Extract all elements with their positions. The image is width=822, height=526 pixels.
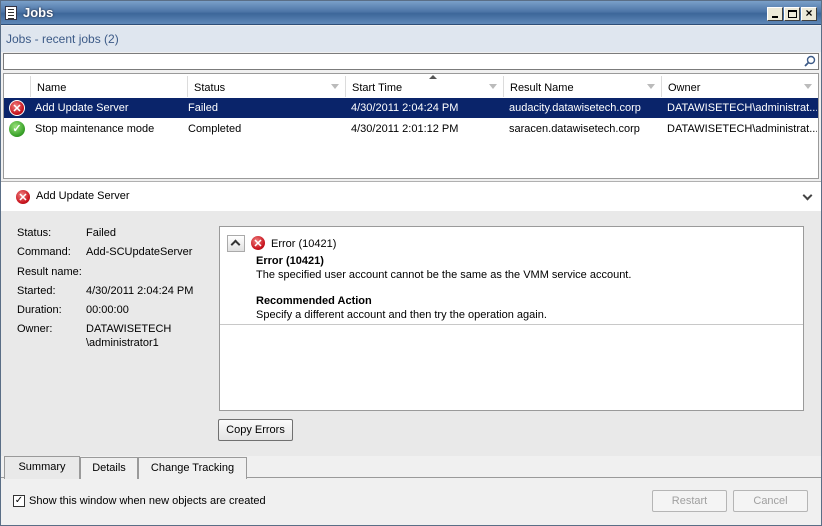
error-code-label: Error (10421) (271, 238, 337, 250)
jobs-window-icon (5, 6, 17, 20)
column-header-status[interactable]: Status (188, 76, 346, 97)
close-icon: × (805, 6, 813, 20)
column-header-name[interactable]: Name (31, 76, 188, 97)
tab-strip: Summary Details Change Tracking (1, 456, 821, 479)
page-title: Jobs - recent jobs (2) (1, 26, 821, 52)
job-name: Stop maintenance mode (35, 123, 155, 135)
column-header-label: Name (37, 82, 67, 94)
recommended-action-title: Recommended Action (256, 295, 372, 307)
show-window-checkbox[interactable]: ✓ (13, 495, 25, 507)
column-header-label: Start Time (352, 82, 403, 94)
search-input[interactable] (3, 53, 819, 70)
started-label: Started: (17, 285, 56, 297)
table-row[interactable]: ✓ Stop maintenance mode Completed 4/30/2… (4, 119, 818, 139)
chevron-down-icon[interactable] (802, 190, 813, 201)
tab-details[interactable]: Details (80, 457, 138, 479)
details-header[interactable]: ✕ Add Update Server (1, 181, 821, 211)
jobs-table: Name Status Start Time Result Name Owner… (3, 73, 819, 179)
jobs-window: Jobs × Jobs - recent jobs (2) Name Statu… (0, 0, 822, 526)
details-title: Add Update Server (36, 190, 130, 202)
error-message: The specified user account cannot be the… (256, 269, 632, 281)
minimize-icon (772, 16, 778, 18)
job-status: Failed (188, 102, 218, 114)
owner-value-line1: DATAWISETECH (86, 323, 172, 335)
duration-value: 00:00:00 (86, 304, 129, 316)
command-value: Add-SCUpdateServer (86, 246, 193, 258)
filter-dropdown-icon[interactable] (804, 84, 812, 89)
tab-change-tracking[interactable]: Change Tracking (138, 457, 247, 479)
job-name: Add Update Server (35, 102, 129, 114)
started-value: 4/30/2011 2:04:24 PM (86, 285, 194, 297)
error-title: Error (10421) (256, 255, 324, 267)
copy-errors-button[interactable]: Copy Errors (218, 419, 293, 441)
job-start-time: 4/30/2011 2:04:24 PM (351, 102, 459, 114)
table-row[interactable]: ✕ Add Update Server Failed 4/30/2011 2:0… (4, 98, 818, 118)
job-result-name: audacity.datawisetech.corp (509, 102, 641, 114)
column-header-label: Status (194, 82, 226, 94)
job-result-name: saracen.datawisetech.corp (509, 123, 640, 135)
column-header-icon[interactable] (4, 76, 31, 97)
column-header-owner[interactable]: Owner (662, 76, 818, 97)
recommended-action-message: Specify a different account and then try… (256, 309, 547, 321)
table-header: Name Status Start Time Result Name Owner (4, 75, 818, 97)
column-header-label: Result Name (510, 82, 574, 94)
job-start-time: 4/30/2011 2:01:12 PM (351, 123, 459, 135)
sort-ascending-icon (429, 75, 437, 79)
job-status: Completed (188, 123, 242, 135)
result-name-label: Result name: (17, 266, 82, 278)
chevron-up-icon (230, 239, 241, 250)
maximize-button[interactable] (784, 7, 800, 21)
column-header-start-time[interactable]: Start Time (346, 75, 504, 97)
filter-dropdown-icon[interactable] (331, 84, 339, 89)
status-label: Status: (17, 227, 52, 239)
search-icon[interactable] (804, 55, 816, 67)
filter-dropdown-icon[interactable] (647, 84, 655, 89)
restart-button[interactable]: Restart (652, 490, 727, 512)
job-owner: DATAWISETECH\administrat... (667, 102, 817, 114)
command-label: Command: (17, 246, 71, 258)
minimize-button[interactable] (767, 7, 783, 21)
cancel-button[interactable]: Cancel (733, 490, 808, 512)
title-bar[interactable]: Jobs × (1, 1, 821, 25)
close-button[interactable]: × (801, 7, 817, 21)
show-window-checkbox-label[interactable]: Show this window when new objects are cr… (29, 495, 266, 507)
error-icon: ✕ (250, 235, 266, 251)
collapse-button[interactable] (227, 235, 245, 252)
error-panel: ✕ Error (10421) Error (10421) The specif… (219, 226, 804, 411)
job-owner: DATAWISETECH\administrat... (667, 123, 817, 135)
column-header-label: Owner (668, 82, 701, 94)
owner-value-line2: \administrator1 (86, 337, 159, 349)
error-icon: ✕ (15, 189, 31, 205)
window-title: Jobs (23, 5, 54, 20)
tab-summary[interactable]: Summary (4, 456, 80, 479)
duration-label: Duration: (17, 304, 62, 316)
maximize-icon (788, 10, 797, 18)
error-icon: ✕ (9, 100, 25, 116)
success-icon: ✓ (9, 121, 25, 137)
column-header-result-name[interactable]: Result Name (504, 76, 662, 97)
filter-dropdown-icon[interactable] (489, 84, 497, 89)
owner-label: Owner: (17, 323, 53, 335)
footer: ✓ Show this window when new objects are … (1, 479, 821, 525)
error-section: ✕ Error (10421) Error (10421) The specif… (220, 227, 803, 325)
status-value: Failed (86, 227, 116, 239)
